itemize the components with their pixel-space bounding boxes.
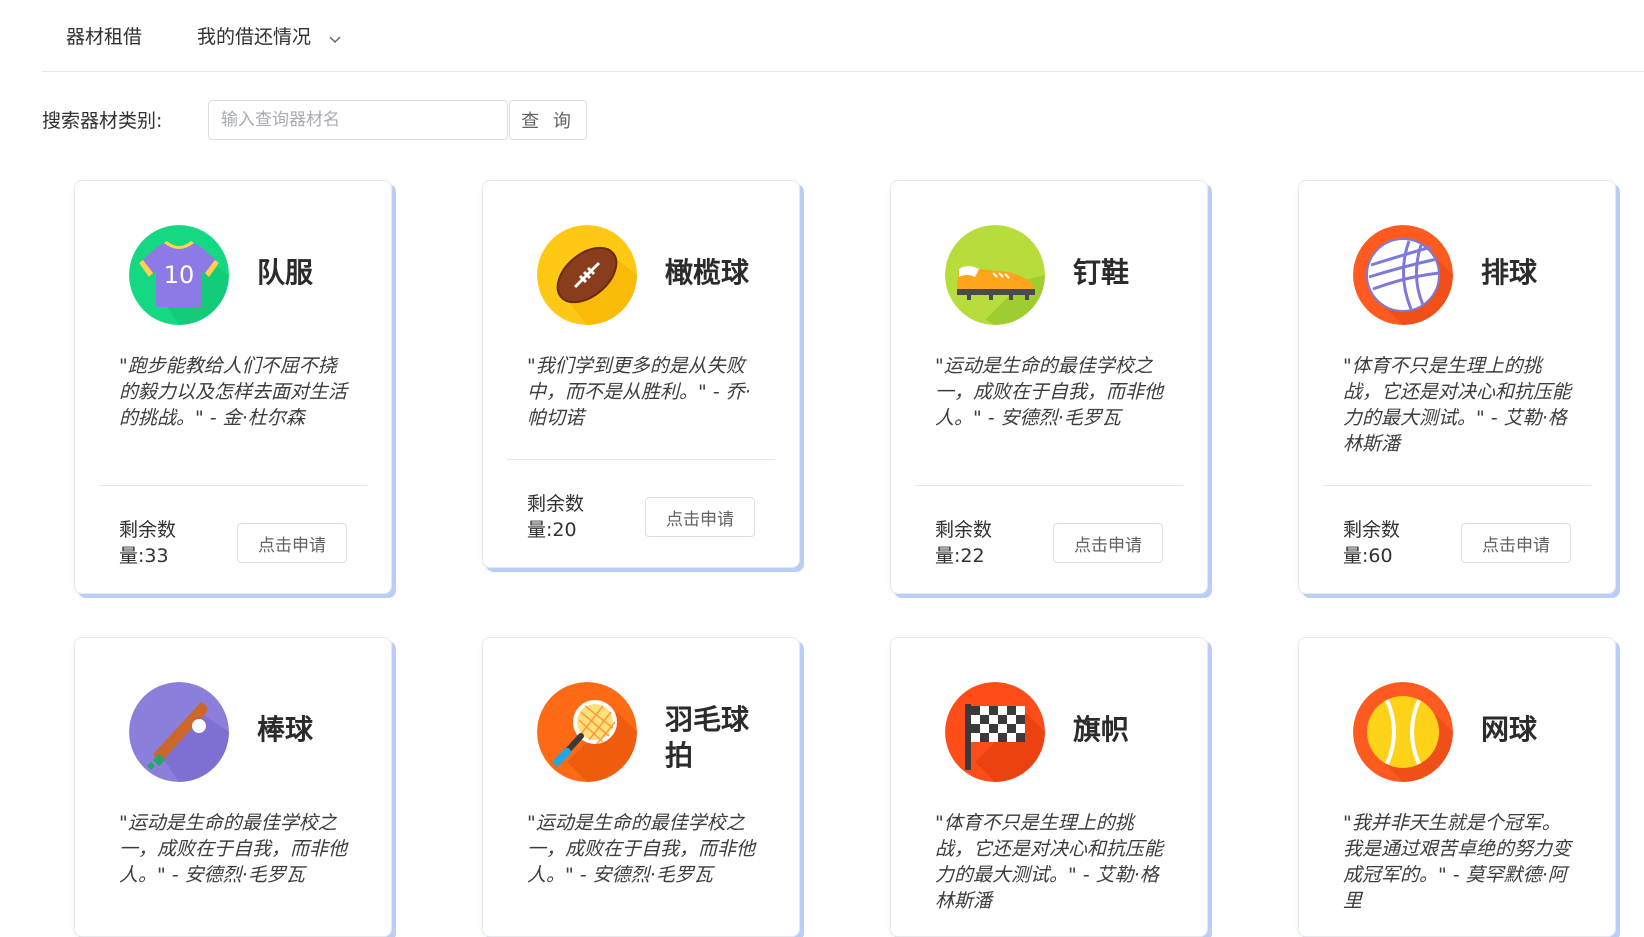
apply-button[interactable]: 点击申请 xyxy=(237,523,347,563)
equipment-quote: "体育不只是生理上的挑战，它还是对决心和抗压能力的最大测试。" - 艾勒·格林斯… xyxy=(1343,355,1572,455)
equipment-quote: "我并非天生就是个冠军。我是通过艰苦卓绝的努力变成冠军的。" - 莫罕默德·阿里 xyxy=(1343,812,1572,912)
remaining-quantity: 剩余数量:22 xyxy=(935,517,1035,569)
jersey-icon: 10 xyxy=(129,225,229,325)
apply-button[interactable]: 点击申请 xyxy=(645,497,755,537)
remaining-quantity: 剩余数量:33 xyxy=(119,517,219,569)
equipment-card: 羽毛球拍 "运动是生命的最佳学校之一，成败在于自我，而非他人。" - 安德烈·毛… xyxy=(482,637,800,937)
equipment-quote: "我们学到更多的是从失败中，而不是从胜利。" - 乔·帕切诺 xyxy=(527,355,751,429)
card-divider xyxy=(1323,485,1591,486)
nav-item-label: 器材租借 xyxy=(66,26,143,48)
equipment-quote: "运动是生命的最佳学校之一，成败在于自我，而非他人。" - 安德烈·毛罗瓦 xyxy=(935,355,1164,429)
card-divider xyxy=(99,485,367,486)
remaining-quantity: 剩余数量:60 xyxy=(1343,517,1443,569)
equipment-name: 排球 xyxy=(1481,256,1538,289)
svg-text:10: 10 xyxy=(164,261,195,289)
equipment-name: 橄榄球 xyxy=(665,256,750,289)
search-button[interactable]: 查 询 xyxy=(509,100,587,140)
card-divider xyxy=(915,485,1183,486)
card-divider xyxy=(507,459,775,460)
remaining-quantity: 剩余数量:20 xyxy=(527,491,627,543)
equipment-name: 队服 xyxy=(257,256,314,289)
apply-button[interactable]: 点击申请 xyxy=(1461,523,1571,563)
remaining-value: 20 xyxy=(552,519,577,541)
equipment-quote: "运动是生命的最佳学校之一，成败在于自我，而非他人。" - 安德烈·毛罗瓦 xyxy=(119,812,348,886)
equipment-card: 钉鞋 "运动是生命的最佳学校之一，成败在于自我，而非他人。" - 安德烈·毛罗瓦… xyxy=(890,180,1208,594)
checkered-flag-icon xyxy=(945,682,1045,782)
apply-button[interactable]: 点击申请 xyxy=(1053,523,1163,563)
equipment-card: 网球 "我并非天生就是个冠军。我是通过艰苦卓绝的努力变成冠军的。" - 莫罕默德… xyxy=(1298,637,1616,937)
volleyball-icon xyxy=(1353,225,1453,325)
remaining-value: 60 xyxy=(1368,545,1393,567)
equipment-card: 旗帜 "体育不只是生理上的挑战，它还是对决心和抗压能力的最大测试。" - 艾勒·… xyxy=(890,637,1208,937)
badminton-racket-icon xyxy=(537,682,637,782)
equipment-card: 10 队服 "跑步能教给人们不屈不挠的毅力以及怎样去面对生活的挑战。" - 金·… xyxy=(74,180,392,594)
spike-shoe-icon xyxy=(945,225,1045,325)
tennis-ball-icon xyxy=(1353,682,1453,782)
remaining-value: 22 xyxy=(960,545,985,567)
equipment-card: 排球 "体育不只是生理上的挑战，它还是对决心和抗压能力的最大测试。" - 艾勒·… xyxy=(1298,180,1616,594)
nav-item-equipment-rental[interactable]: 器材租借 xyxy=(66,22,142,49)
equipment-name: 网球 xyxy=(1481,713,1538,746)
equipment-card: 橄榄球 "我们学到更多的是从失败中，而不是从胜利。" - 乔·帕切诺 剩余数量:… xyxy=(482,180,800,568)
equipment-name: 旗帜 xyxy=(1073,713,1130,746)
search-label: 搜索器材类别: xyxy=(42,110,163,132)
equipment-quote: "跑步能教给人们不屈不挠的毅力以及怎样去面对生活的挑战。" - 金·杜尔森 xyxy=(119,355,348,429)
equipment-card: 棒球 "运动是生命的最佳学校之一，成败在于自我，而非他人。" - 安德烈·毛罗瓦 xyxy=(74,637,392,937)
nav-item-label: 我的借还情况 xyxy=(197,26,312,48)
equipment-quote: "体育不只是生理上的挑战，它还是对决心和抗压能力的最大测试。" - 艾勒·格林斯… xyxy=(935,812,1164,912)
top-nav: 器材租借 我的借还情况 xyxy=(42,0,1644,72)
remaining-value: 33 xyxy=(144,545,169,567)
equipment-name: 钉鞋 xyxy=(1073,256,1130,289)
search-input[interactable] xyxy=(208,100,508,140)
chevron-down-icon xyxy=(329,27,341,49)
equipment-name: 羽毛球拍 xyxy=(665,703,750,772)
baseball-bat-icon xyxy=(129,682,229,782)
equipment-quote: "运动是生命的最佳学校之一，成败在于自我，而非他人。" - 安德烈·毛罗瓦 xyxy=(527,812,756,886)
nav-item-my-borrow-status[interactable]: 我的借还情况 xyxy=(197,22,341,49)
equipment-name: 棒球 xyxy=(257,713,314,746)
football-icon xyxy=(537,225,637,325)
